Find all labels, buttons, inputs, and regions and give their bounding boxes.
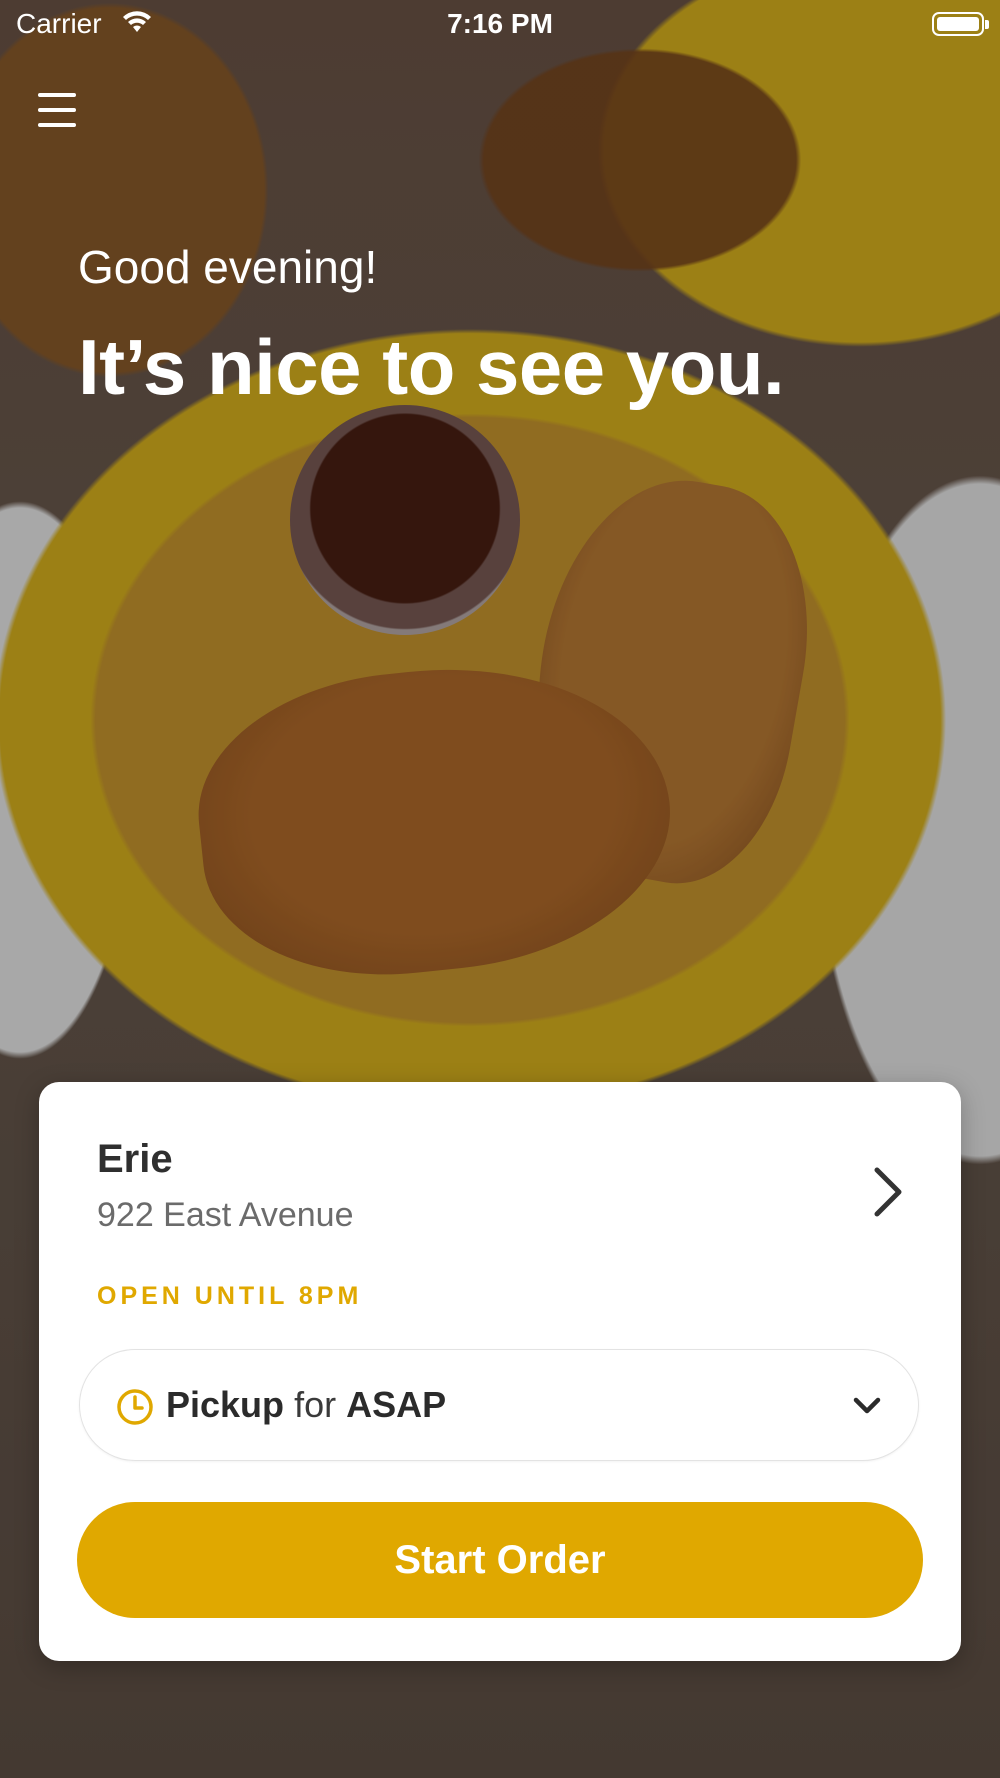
order-time: ASAP xyxy=(346,1384,447,1425)
store-address: 922 East Avenue xyxy=(97,1196,354,1234)
clock-icon xyxy=(117,1389,153,1425)
pickup-time-dropdown[interactable]: Pickup for ASAP xyxy=(79,1349,919,1461)
greeting-text: Good evening! xyxy=(78,241,378,293)
store-selector[interactable]: Erie 922 East Avenue xyxy=(39,1082,961,1262)
status-bar: Carrier 7:16 PM xyxy=(0,0,1000,50)
pickup-summary: Pickup for ASAP xyxy=(166,1384,446,1426)
store-name: Erie xyxy=(97,1137,173,1181)
order-mode-connector: for xyxy=(294,1384,337,1425)
hamburger-menu-icon[interactable] xyxy=(38,93,78,127)
store-hours: OPEN UNTIL 8PM xyxy=(97,1282,363,1310)
clock-time: 7:16 PM xyxy=(447,8,553,39)
chevron-down-icon xyxy=(853,1397,881,1414)
start-order-button[interactable]: Start Order xyxy=(77,1502,923,1618)
battery-icon xyxy=(932,12,989,36)
store-card: Erie 922 East Avenue OPEN UNTIL 8PM Pick… xyxy=(39,1082,961,1661)
chevron-right-icon xyxy=(874,1167,902,1217)
order-mode: Pickup xyxy=(166,1384,285,1425)
welcome-headline: It’s nice to see you. xyxy=(78,323,785,411)
